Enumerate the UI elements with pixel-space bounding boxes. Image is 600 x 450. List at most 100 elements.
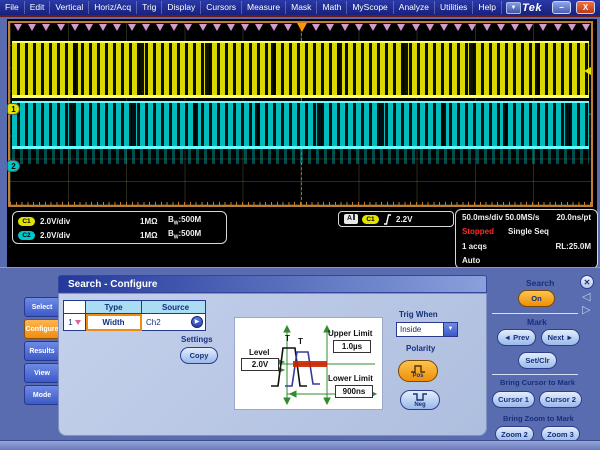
- trigger-position-marker[interactable]: [297, 23, 307, 32]
- menu-item-edit[interactable]: Edit: [25, 1, 51, 14]
- tab-select[interactable]: Select: [24, 297, 60, 317]
- type-cell[interactable]: Width: [86, 314, 142, 331]
- trigger-level-arrow[interactable]: [584, 67, 591, 75]
- trigger-readout-box[interactable]: A C1 2.2V: [338, 211, 454, 227]
- search-table: Type Source 1 Width Ch2▶: [63, 300, 206, 331]
- channel1-bandwidth: BW:500M: [168, 215, 201, 227]
- positive-pulse-icon: [410, 364, 426, 373]
- dialog-title-bar[interactable]: Search - Configure: [58, 275, 487, 293]
- upper-limit-label: Upper Limit: [328, 329, 372, 338]
- search-mark-icon: [42, 24, 50, 31]
- close-icon: X: [583, 3, 588, 12]
- nav-left-icon[interactable]: ◁: [582, 292, 590, 303]
- trigger-mode: Auto: [462, 256, 480, 265]
- search-mark-icon: [184, 24, 192, 31]
- menu-item-utilities[interactable]: Utilities: [435, 1, 473, 14]
- search-mark-icon: [142, 24, 150, 31]
- search-mark-icon: [468, 24, 476, 31]
- minimize-icon: −: [559, 3, 564, 12]
- menu-item-horizacq[interactable]: Horiz/Acq: [89, 1, 137, 14]
- menu-item-trig[interactable]: Trig: [137, 1, 162, 14]
- nav-right-icon[interactable]: ▷: [582, 305, 590, 316]
- channel2-bandwidth: BW:500M: [168, 229, 201, 241]
- channel2-waveform-tails: [12, 149, 589, 164]
- search-mark-icon: [326, 24, 334, 31]
- rising-edge-icon: [383, 214, 392, 225]
- graticule: [8, 21, 593, 207]
- polarity-label: Polarity: [406, 344, 435, 353]
- search-mark-icon: [128, 24, 136, 31]
- search-mark-icon: [511, 24, 519, 31]
- tab-configure[interactable]: Configure: [24, 319, 60, 339]
- menu-item-file[interactable]: File: [0, 1, 25, 14]
- search-mark-icon: [369, 24, 377, 31]
- acquisition-count: 1 acqs: [462, 242, 487, 251]
- tab-view[interactable]: View: [24, 363, 60, 383]
- search-mark-icon: [454, 24, 462, 31]
- menu-overflow-dropdown[interactable]: ▼: [506, 2, 521, 14]
- scope-display: 1 2 C1 2.0V/div 1MΩ BW:500M C2 2.0V/div 1…: [7, 19, 597, 267]
- horizontal-readout-box[interactable]: 50.0ms/div 50.0MS/s 20.0ns/pt Stopped Si…: [455, 209, 598, 269]
- set-clear-mark-button[interactable]: Set/Clr: [518, 352, 557, 369]
- mark-label: Mark: [527, 317, 547, 327]
- search-mark-icon: [312, 24, 320, 31]
- search-mark-icon: [383, 24, 391, 31]
- level-value[interactable]: 2.0V: [241, 358, 279, 371]
- minimize-button[interactable]: −: [552, 1, 571, 14]
- polarity-neg-button[interactable]: Neg: [400, 390, 440, 410]
- prev-mark-button[interactable]: ◄ Prev: [497, 329, 536, 346]
- menu-item-vertical[interactable]: Vertical: [50, 1, 89, 14]
- search-mark-icon: [497, 24, 505, 31]
- chevron-down-icon[interactable]: ▼: [443, 323, 457, 336]
- trig-when-value: Inside: [400, 325, 421, 334]
- next-mark-button[interactable]: Next ►: [541, 329, 580, 346]
- lower-limit-value[interactable]: 900ns: [335, 385, 373, 398]
- menu-item-display[interactable]: Display: [162, 1, 201, 14]
- channel2-badge[interactable]: C2: [18, 231, 35, 240]
- play-icon[interactable]: ▶: [191, 316, 203, 328]
- channel1-readout: C1 2.0V/div 1MΩ BW:500M: [18, 214, 221, 228]
- search-mark-icon: [113, 24, 121, 31]
- search-mark-icon: [241, 24, 249, 31]
- window-close-button[interactable]: X: [576, 1, 595, 14]
- menu-item-math[interactable]: Math: [317, 1, 347, 14]
- search-mark-icon: [255, 24, 263, 31]
- search-mark-icon: [397, 24, 405, 31]
- menu-item-cursors[interactable]: Cursors: [201, 1, 242, 14]
- copy-button[interactable]: Copy: [180, 347, 218, 364]
- menu-item-help[interactable]: Help: [473, 1, 501, 14]
- trig-when-dropdown[interactable]: Inside ▼: [396, 322, 458, 337]
- polarity-pos-button[interactable]: Pos: [398, 360, 438, 382]
- divider: [492, 374, 578, 375]
- channel1-scale: 2.0V/div: [40, 217, 98, 226]
- channel1-badge[interactable]: C1: [18, 217, 35, 226]
- tab-mode[interactable]: Mode: [24, 385, 60, 405]
- search-mark-icon: [213, 24, 221, 31]
- panel-close-button[interactable]: ✕: [580, 275, 594, 289]
- search-on-button[interactable]: On: [518, 290, 555, 307]
- mark-icon: [75, 320, 81, 325]
- menu-item-measure[interactable]: Measure: [242, 1, 286, 14]
- row-number-cell: 1: [64, 314, 86, 331]
- tab-results[interactable]: Results: [24, 341, 60, 361]
- channel1-ground-marker[interactable]: 1: [7, 103, 20, 115]
- search-mark-icon: [483, 24, 491, 31]
- search-label: Search: [526, 278, 554, 288]
- search-mark-icon: [568, 24, 576, 31]
- menu-bar: FileEditVerticalHoriz/AcqTrigDisplayCurs…: [0, 0, 600, 17]
- source-cell[interactable]: Ch2▶: [142, 314, 206, 331]
- negative-pulse-icon: [412, 393, 428, 402]
- menu-item-mask[interactable]: Mask: [286, 1, 317, 14]
- upper-limit-value[interactable]: 1.0µs: [333, 340, 371, 353]
- record-length: RL:25.0M: [555, 242, 591, 251]
- channel2-waveform: [12, 101, 589, 149]
- cursor1-button[interactable]: Cursor 1: [492, 391, 535, 408]
- menu-item-myscope[interactable]: MyScope: [347, 1, 393, 14]
- tek-logo: Tek: [522, 2, 542, 14]
- cursor2-button[interactable]: Cursor 2: [539, 391, 582, 408]
- menu-item-analyze[interactable]: Analyze: [394, 1, 435, 14]
- channel-readout-box[interactable]: C1 2.0V/div 1MΩ BW:500M C2 2.0V/div 1MΩ …: [12, 211, 227, 244]
- dialog-body: Type Source 1 Width Ch2▶ Settings Copy: [58, 293, 487, 436]
- search-mark-icon: [582, 24, 590, 31]
- channel2-ground-marker[interactable]: 2: [7, 160, 20, 172]
